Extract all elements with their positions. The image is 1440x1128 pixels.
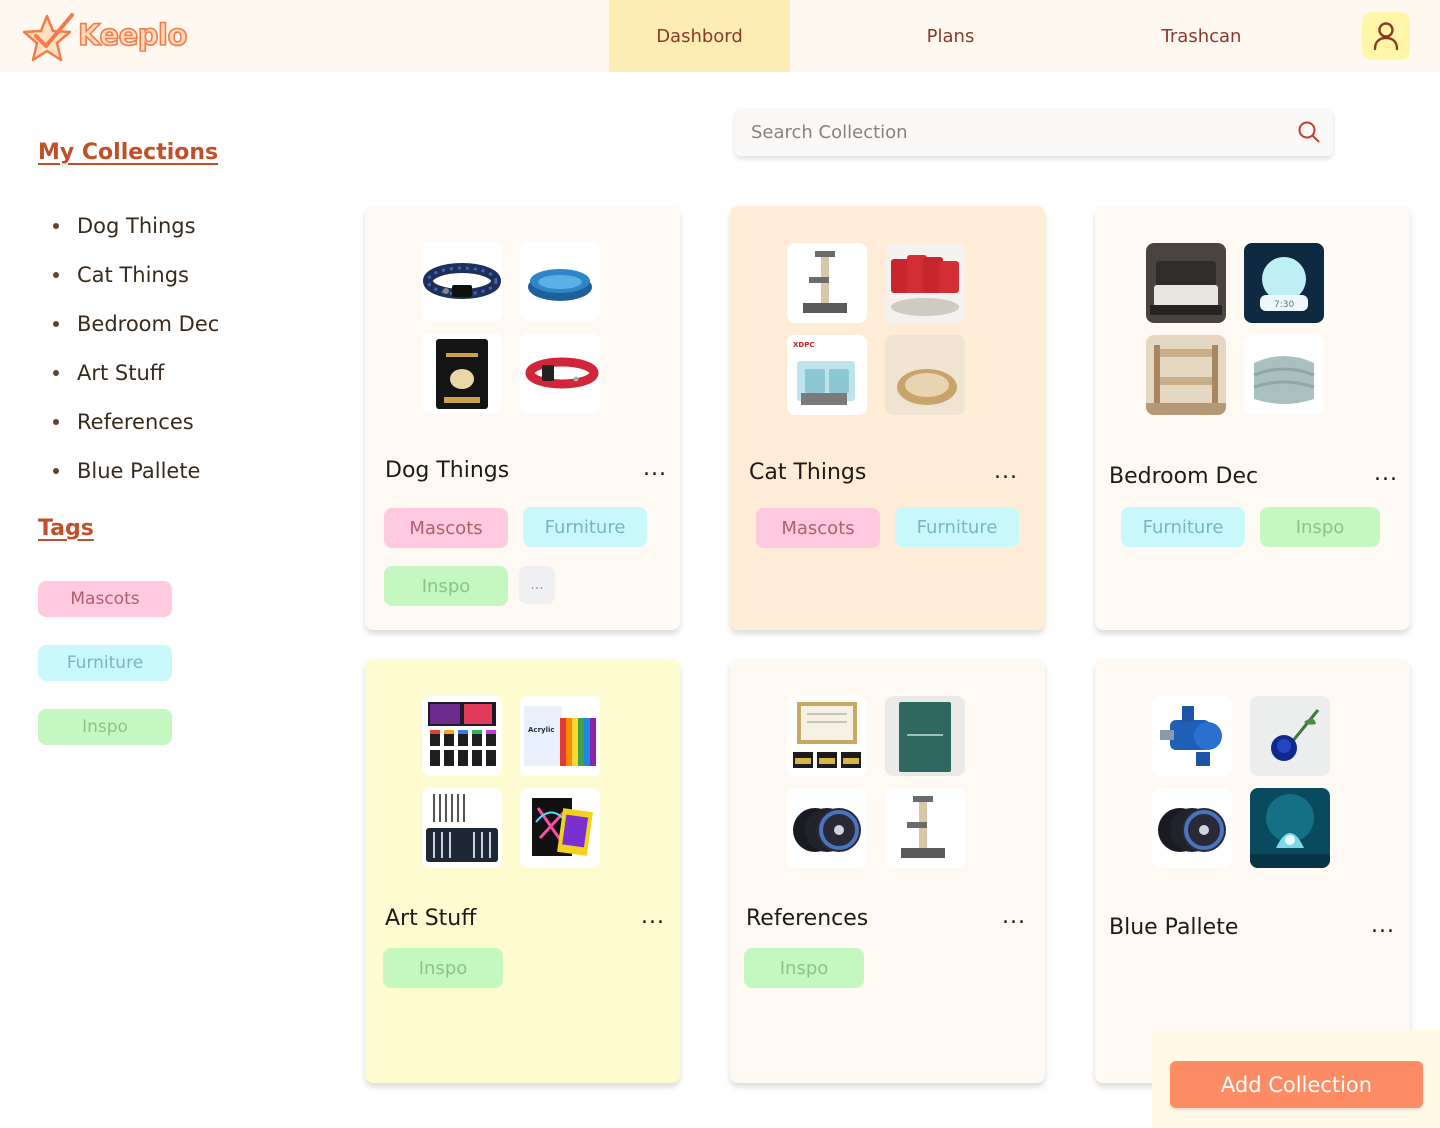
- thumbnail-cat-house: XDPC: [787, 335, 867, 415]
- thumbnail-dog-bed: [520, 241, 600, 321]
- card-tag-inspo[interactable]: Inspo: [1260, 507, 1380, 547]
- nav-plans[interactable]: Plans: [860, 0, 1041, 72]
- thumbnail-cutting-discs: [787, 788, 867, 868]
- star-check-icon: [22, 13, 74, 62]
- card-title: References: [746, 906, 869, 931]
- thumbnail-green-notebook: [885, 696, 965, 776]
- collection-card-cat-things[interactable]: XDPC Cat Things ... Mascots Furniture: [730, 206, 1045, 630]
- sidebar-item-art-stuff[interactable]: Art Stuff: [50, 348, 219, 397]
- nav-trashcan[interactable]: Trashcan: [1111, 0, 1292, 72]
- thumbnail-dog-collar: [422, 241, 502, 321]
- card-title: Dog Things: [385, 458, 510, 483]
- thumbnail-framed-print: [787, 696, 867, 776]
- card-title: Cat Things: [749, 460, 867, 485]
- thumbnail-hydraulic-pump: [1152, 696, 1232, 776]
- thumbnail-sunrise-clock: 7:30: [1244, 243, 1324, 323]
- sidebar-item-references[interactable]: References: [50, 397, 219, 446]
- thumbnail-cat-tree: [787, 243, 867, 323]
- thumbnail-pencil-kit: [422, 788, 502, 868]
- card-more-button[interactable]: ...: [641, 906, 665, 928]
- card-tag-furniture[interactable]: Furniture: [523, 507, 647, 547]
- collections-list: Dog Things Cat Things Bedroom Dec Art St…: [50, 201, 219, 495]
- svg-text:XDPC: XDPC: [793, 341, 814, 349]
- tags-heading[interactable]: Tags: [38, 516, 94, 541]
- card-more-button[interactable]: ...: [1374, 463, 1398, 485]
- sidebar-tag-inspo[interactable]: Inspo: [38, 709, 172, 745]
- card-title: Bedroom Dec: [1109, 464, 1259, 489]
- card-tag-inspo[interactable]: Inspo: [384, 566, 508, 606]
- card-more-button[interactable]: ...: [994, 461, 1018, 483]
- collection-card-art-stuff[interactable]: Acrylic Art Stuff ... Inspo: [365, 659, 680, 1083]
- logo-text: Keeplo: [77, 17, 188, 53]
- sidebar-tag-furniture[interactable]: Furniture: [38, 645, 172, 681]
- my-collections-heading[interactable]: My Collections: [38, 140, 218, 165]
- thumbnail-bunk-bed: [1146, 335, 1226, 415]
- add-collection-button[interactable]: Add Collection: [1170, 1061, 1423, 1108]
- card-tag-furniture[interactable]: Furniture: [895, 507, 1019, 547]
- collection-card-dog-things[interactable]: Dog Things ... Mascots Furniture Inspo .…: [365, 206, 680, 630]
- thumbnail-cat-tree: [885, 788, 965, 868]
- sidebar-tag-mascots[interactable]: Mascots: [38, 581, 172, 617]
- collection-card-blue-pallete[interactable]: Blue Pallete ...: [1095, 659, 1410, 1083]
- card-more-button[interactable]: ...: [643, 458, 667, 480]
- search-input[interactable]: [735, 109, 1275, 155]
- thumbnail-cat-bed: [885, 335, 965, 415]
- thumbnail-bed: [1146, 243, 1226, 323]
- svg-text:Acrylic: Acrylic: [528, 726, 555, 734]
- collection-card-references[interactable]: References ... Inspo: [730, 659, 1045, 1083]
- card-tag-inspo[interactable]: Inspo: [744, 948, 864, 988]
- card-tag-inspo[interactable]: Inspo: [383, 948, 503, 988]
- card-more-button[interactable]: ...: [1002, 906, 1026, 928]
- search-icon[interactable]: [1297, 120, 1321, 148]
- thumbnail-acrylic-paints: Acrylic: [520, 696, 600, 776]
- sidebar-item-bedroom-dec[interactable]: Bedroom Dec: [50, 299, 219, 348]
- thumbnail-blanket: [1244, 335, 1324, 415]
- thumbnail-underwater-shell: [1250, 788, 1330, 868]
- nav-dashboard[interactable]: Dashbord: [609, 0, 790, 72]
- card-tag-furniture[interactable]: Furniture: [1121, 507, 1245, 547]
- sidebar-item-blue-pallete[interactable]: Blue Pallete: [50, 446, 219, 495]
- thumbnail-cat-litter-bags: [885, 243, 965, 323]
- collection-card-bedroom-dec[interactable]: 7:30 Bedroom Dec ... Furniture Inspo: [1095, 206, 1410, 630]
- sidebar-item-cat-things[interactable]: Cat Things: [50, 250, 219, 299]
- card-title: Art Stuff: [385, 906, 477, 931]
- user-avatar-button[interactable]: [1362, 12, 1410, 60]
- card-more-button[interactable]: ...: [1371, 915, 1395, 937]
- card-tag-more[interactable]: ...: [519, 566, 555, 604]
- user-icon: [1373, 22, 1399, 51]
- sidebar-item-dog-things[interactable]: Dog Things: [50, 201, 219, 250]
- thumbnail-paint-set: [422, 696, 502, 776]
- thumbnail-scratch-art: [520, 788, 600, 868]
- card-tag-mascots[interactable]: Mascots: [756, 508, 880, 548]
- thumbnail-dog-food-bag: [422, 333, 502, 413]
- thumbnail-cutting-discs: [1152, 788, 1232, 868]
- thumbnail-red-collar: [520, 333, 600, 413]
- top-nav-bar: Keeplo Dashbord Plans Trashcan: [0, 0, 1440, 72]
- card-title: Blue Pallete: [1109, 915, 1239, 940]
- thumbnail-blue-rose: [1250, 696, 1330, 776]
- card-tag-mascots[interactable]: Mascots: [384, 508, 508, 548]
- svg-text:7:30: 7:30: [1274, 300, 1294, 310]
- search-bar: [735, 108, 1333, 156]
- keeplo-logo[interactable]: Keeplo: [20, 12, 188, 64]
